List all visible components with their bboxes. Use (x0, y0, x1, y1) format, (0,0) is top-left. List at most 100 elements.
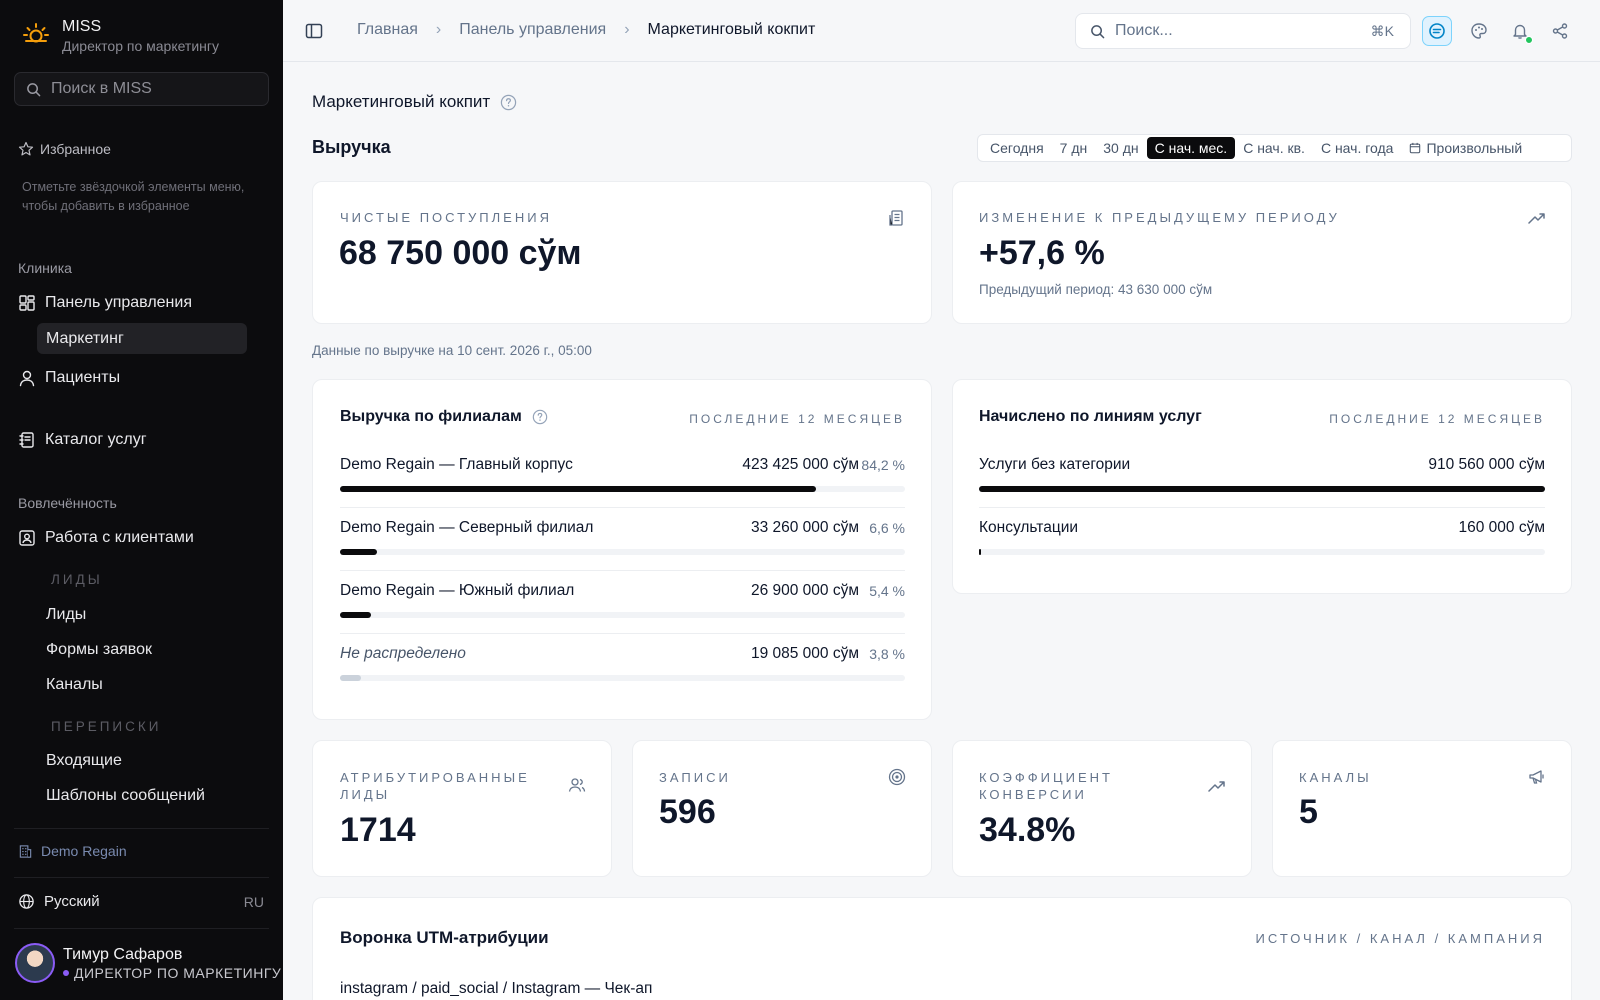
service-line-row[interactable]: Консультации 160 000 сўм (979, 519, 1545, 581)
sidebar-item-label: Пациенты (45, 369, 121, 386)
sidebar-item-leads[interactable]: Лиды (37, 599, 247, 630)
organization-name: Demo Regain (41, 843, 127, 859)
sidebar-item-channels[interactable]: Каналы (37, 669, 247, 700)
sidebar-toggle-icon[interactable] (305, 22, 323, 45)
divider (340, 633, 905, 634)
sidebar-item-catalog[interactable]: Каталог услуг (18, 431, 147, 449)
sidebar: MISS Директор по маркетингу Избранное От… (0, 0, 283, 1000)
notifications-button[interactable] (1505, 16, 1535, 46)
kpi-value: 1714 (340, 811, 416, 849)
sidebar-item-inbox[interactable]: Входящие (37, 745, 247, 776)
user-profile[interactable]: Тимур Сафаров ДИРЕКТОР ПО МАРКЕТИНГУ (15, 943, 281, 983)
branch-percent: 5,4 % (869, 583, 905, 599)
notification-badge (1525, 36, 1533, 44)
kpi-label: КАНАЛЫ (1299, 770, 1372, 785)
kpi-label: АТРИБУТИРОВАННЫЕ ЛИДЫ (340, 770, 530, 802)
service-line-bar-track (979, 486, 1545, 492)
utm-range: ИСТОЧНИК / КАНАЛ / КАМПАНИЯ (1255, 931, 1545, 946)
sidebar-item-dashboard[interactable]: Панель управления (18, 294, 192, 312)
sidebar-item-marketing[interactable]: Маркетинг (37, 323, 247, 354)
breadcrumb-home[interactable]: Главная (357, 21, 418, 39)
branch-percent: 84,2 % (861, 457, 905, 473)
period-qtd[interactable]: С нач. кв. (1235, 137, 1313, 159)
section-engagement: Вовлечённость (18, 495, 117, 511)
divider (340, 570, 905, 571)
chevron-right-icon: › (624, 21, 630, 38)
branch-name: Demo Regain — Главный корпус (340, 456, 573, 473)
section-clinic: Клиника (18, 260, 72, 276)
period-30d[interactable]: 30 дн (1095, 137, 1146, 159)
sidebar-item-label: Панель управления (45, 294, 192, 311)
avatar (15, 943, 55, 983)
chevron-right-icon: › (435, 21, 442, 38)
sidebar-item-client-work[interactable]: Работа с клиентами (18, 529, 194, 547)
share-icon (1552, 23, 1568, 39)
branch-bar-track (340, 612, 905, 618)
kpi-card-channels: КАНАЛЫ 5 (1272, 740, 1572, 877)
period-7d[interactable]: 7 дн (1052, 137, 1096, 159)
period-today[interactable]: Сегодня (982, 137, 1052, 159)
star-icon (18, 141, 34, 156)
chat-button[interactable] (1422, 16, 1452, 46)
global-search-input[interactable] (1115, 22, 1355, 40)
users-icon (568, 778, 586, 792)
favorites-title[interactable]: Избранное (18, 141, 111, 157)
sidebar-search[interactable] (14, 72, 269, 106)
page-title-text: Маркетинговый кокпит (312, 92, 491, 111)
branch-value: 33 260 000 сўм (750, 519, 859, 536)
user-role: ДИРЕКТОР ПО МАРКЕТИНГУ (63, 965, 281, 981)
branch-row[interactable]: Demo Regain — Южный филиал 26 900 000 сў… (340, 582, 905, 644)
contact-card-icon (18, 529, 36, 547)
divider (979, 507, 1545, 508)
period-selector: Сегодня 7 дн 30 дн С нач. мес. С нач. кв… (977, 134, 1572, 162)
breadcrumb-dashboard[interactable]: Панель управления (459, 21, 606, 39)
period-mtd[interactable]: С нач. мес. (1146, 137, 1236, 159)
sidebar-item-label: Работа с клиентами (45, 529, 194, 546)
theme-button[interactable] (1464, 16, 1494, 46)
brand-name: MISS (62, 18, 102, 35)
service-lines-title: Начислено по линиям услуг (979, 408, 1202, 425)
page-title: Маркетинговый кокпит (312, 92, 517, 112)
branch-bar-fill (340, 486, 816, 492)
dashboard-icon (18, 294, 36, 312)
branch-name: Demo Regain — Северный филиал (340, 519, 594, 536)
kpi-value: 596 (659, 793, 716, 831)
sidebar-search-input[interactable] (51, 80, 251, 98)
net-income-label: ЧИСТЫЕ ПОСТУПЛЕНИЯ (340, 210, 552, 225)
branches-range: ПОСЛЕДНИЕ 12 МЕСЯЦЕВ (689, 412, 905, 426)
service-lines-card: Начислено по линиям услуг ПОСЛЕДНИЕ 12 М… (952, 379, 1572, 594)
divider (14, 828, 269, 829)
kpi-value: 34.8% (979, 811, 1076, 849)
brand[interactable]: MISS Директор по маркетингу (22, 17, 219, 55)
period-ytd[interactable]: С нач. года (1313, 137, 1402, 159)
help-icon[interactable] (500, 94, 517, 111)
utm-row-label[interactable]: instagram / paid_social / Instagram — Че… (340, 980, 652, 998)
megaphone-icon (1529, 770, 1544, 784)
sidebar-item-templates[interactable]: Шаблоны сообщений (37, 780, 247, 811)
global-search[interactable]: ⌘K (1075, 13, 1411, 49)
user-role-text: ДИРЕКТОР ПО МАРКЕТИНГУ (74, 965, 282, 981)
user-icon (18, 369, 36, 387)
utm-title: Воронка UTM-атрибуции (340, 928, 549, 947)
branch-percent: 3,8 % (869, 646, 905, 662)
service-line-name: Консультации (979, 519, 1079, 536)
branch-row[interactable]: Demo Regain — Главный корпус 423 425 000… (340, 456, 905, 518)
help-icon[interactable] (532, 409, 548, 425)
period-custom[interactable]: Произвольный (1401, 137, 1530, 159)
share-button[interactable] (1545, 16, 1575, 46)
service-line-value: 910 560 000 сўм (1428, 456, 1545, 473)
sidebar-item-patients[interactable]: Пациенты (18, 369, 120, 387)
organization[interactable]: Demo Regain (18, 843, 127, 859)
branch-bar-fill (340, 612, 371, 618)
branch-row[interactable]: Не распределено 19 085 000 сўм 3,8 % (340, 645, 905, 707)
kpi-card-appointments: ЗАПИСИ 596 (632, 740, 932, 877)
sidebar-item-label: Каталог услуг (45, 431, 147, 448)
service-line-row[interactable]: Услуги без категории 910 560 000 сўм (979, 456, 1545, 518)
sidebar-item-forms[interactable]: Формы заявок (37, 634, 247, 665)
search-shortcut: ⌘K (1370, 23, 1394, 39)
branch-row[interactable]: Demo Regain — Северный филиал 33 260 000… (340, 519, 905, 581)
branch-bar-fill (340, 675, 362, 681)
language-switcher[interactable]: Русский RU (18, 893, 264, 910)
branch-bar-track (340, 675, 905, 681)
kpi-label: КОЭФФИЦИЕНТ КОНВЕРСИИ (979, 770, 1113, 802)
